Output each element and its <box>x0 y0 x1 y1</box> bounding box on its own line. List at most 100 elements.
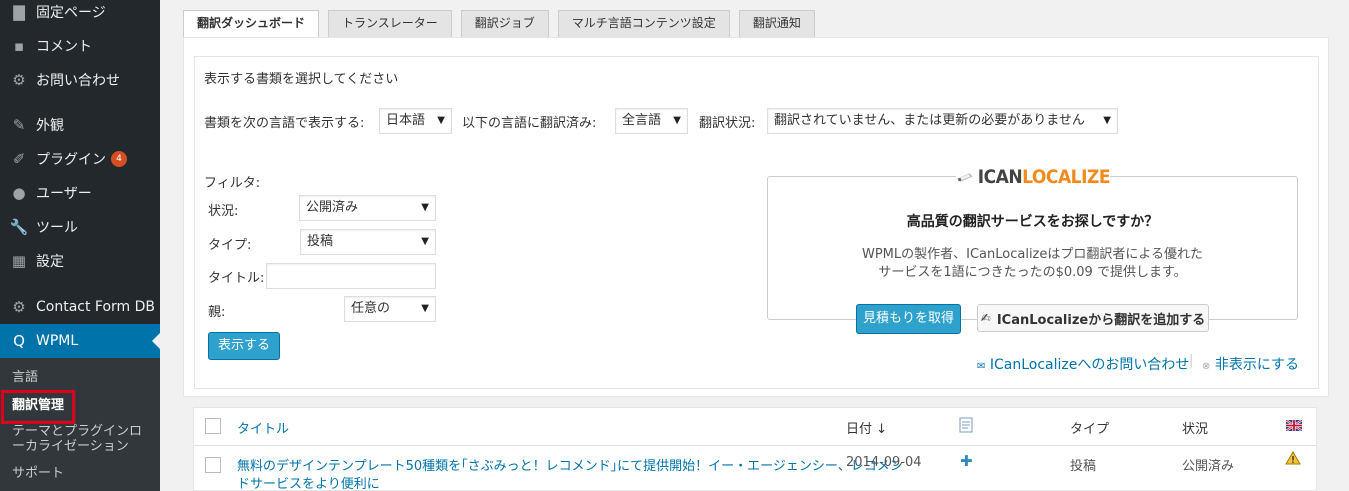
parent-select[interactable]: 任意の ▼ <box>344 296 436 322</box>
lang-select[interactable]: 日本語 ▼ <box>379 108 452 134</box>
close-circle-icon: ⊗ <box>1202 361 1211 372</box>
header-divider <box>194 445 1316 446</box>
filter-box: 表示する書類を選択してください 書類を次の言語で表示する: 日本語 ▼ 以下の言語… <box>194 56 1319 389</box>
hide-link[interactable]: ⊗ 非表示にする <box>1202 354 1299 374</box>
menu-item-wpml[interactable]: Q WPML <box>0 324 160 358</box>
warning-icon <box>1285 451 1301 469</box>
add-translation-button[interactable]: ✍ ICanLocalizeから翻訳を追加する <box>977 304 1209 332</box>
promo-line-1: WPMLの製作者、ICanLocalizeはプロ翻訳者による優れた <box>861 247 1203 262</box>
dropdown-arrow-icon: ▼ <box>421 236 429 247</box>
settings-icon: ▦ <box>11 252 27 270</box>
lang-select-value: 日本語 <box>386 113 426 128</box>
title-input[interactable] <box>266 263 436 289</box>
state-label: 状況: <box>208 204 239 219</box>
parent-label: 親: <box>208 305 226 320</box>
promo-line-2: サービスを1語につきたったの$0.09 で提供します。 <box>878 265 1187 280</box>
menu-label: 外観 <box>36 118 64 134</box>
row-title-link[interactable]: 無料のデザインテンプレート50種類を｢さぶみっと！レコメンド｣にて提供開始！イー… <box>237 455 903 474</box>
wpml-submenu: 言語 翻訳管理 テーマとプラグインローカライゼーション サポート <box>0 358 160 491</box>
tab-translation-dashboard[interactable]: 翻訳ダッシュボード <box>183 10 320 38</box>
menu-item-tools[interactable]: 🔧 ツール <box>0 210 160 244</box>
status-select[interactable]: 翻訳されていません、または更新の必要がありません ▼ <box>767 108 1118 134</box>
filter-heading: 表示する書類を選択してください <box>204 72 399 87</box>
hide-link-text: 非表示にする <box>1214 357 1299 373</box>
menu-item-appearance[interactable]: ✎ 外観 <box>0 108 160 142</box>
filter-label: フィルタ: <box>204 176 261 191</box>
translated-label: 以下の言語に翻訳済み: <box>462 116 597 131</box>
tab-translation-notifications[interactable]: 翻訳通知 <box>738 10 815 37</box>
user-icon: ● <box>12 184 26 202</box>
menu-label: お問い合わせ <box>36 73 120 89</box>
menu-item-pages[interactable]: ▇ 固定ページ <box>0 0 160 29</box>
add-translation-plus-icon[interactable]: ✚ <box>960 452 973 470</box>
admin-sidebar: ▇ 固定ページ ▪ コメント ⚙ お問い合わせ ✎ 外観 ✐ プラグイン 4 ●… <box>0 0 160 491</box>
add-translation-label: ICanLocalizeから翻訳を追加する <box>996 312 1206 328</box>
documents-table: タイトル 日付 ↓ タイプ 状況 無料のデザインテンプレート50種類を｢さぶみっ… <box>193 407 1317 491</box>
tab-translation-jobs[interactable]: 翻訳ジョブ <box>460 10 549 37</box>
type-label: タイプ: <box>208 238 252 253</box>
wpml-icon: Q <box>13 332 25 350</box>
translated-select[interactable]: 全言語 ▼ <box>615 108 688 134</box>
show-button[interactable]: 表示する <box>208 332 280 360</box>
menu-label: コメント <box>36 39 92 55</box>
tab-multilingual-content-setup[interactable]: マルチ言語コンテンツ設定 <box>557 10 730 37</box>
menu-label: WPML <box>36 333 79 349</box>
menu-item-contact[interactable]: ⚙ お問い合わせ <box>0 63 160 97</box>
menu-label: 設定 <box>36 254 64 270</box>
date-column-label: 日付 <box>846 422 873 437</box>
row-checkbox[interactable] <box>205 457 221 473</box>
row-type: 投稿 <box>1070 459 1097 474</box>
select-all-checkbox[interactable] <box>205 418 221 434</box>
menu-item-settings[interactable]: ▦ 設定 <box>0 244 160 278</box>
translated-select-value: 全言語 <box>622 113 662 128</box>
dropdown-arrow-icon: ▼ <box>421 202 429 213</box>
gear-icon: ⚙ <box>12 298 26 316</box>
plugin-icon: ✐ <box>12 150 26 168</box>
wrench-icon: 🔧 <box>9 218 29 236</box>
state-select[interactable]: 公開済み ▼ <box>299 195 436 221</box>
status-select-value: 翻訳されていません、または更新の必要がありません <box>774 113 1085 128</box>
menu-label: プラグイン <box>36 152 106 168</box>
row-status: 公開済み <box>1182 459 1235 474</box>
gear-icon: ⚙ <box>12 71 26 89</box>
row-title-link-cont[interactable]: ドサービスをより便利に <box>237 473 380 491</box>
submenu-support[interactable]: サポート <box>12 466 152 481</box>
logo-text: ICANLOCALIZE <box>977 166 1111 188</box>
menu-item-contact-form-db[interactable]: ⚙ Contact Form DB <box>0 290 160 324</box>
contact-link[interactable]: ✉ ICanLocalizeへのお問い合わせ <box>977 354 1189 374</box>
mail-icon: ✉ <box>977 361 986 372</box>
parent-select-value: 任意の <box>351 301 391 316</box>
dropdown-arrow-icon: ▼ <box>673 115 681 126</box>
comment-icon: ▪ <box>13 37 25 55</box>
row-date: 2014-09-04 <box>846 455 922 470</box>
type-column-header: タイプ <box>1070 422 1110 437</box>
menu-label: ユーザー <box>36 186 92 202</box>
state-select-value: 公開済み <box>306 200 359 215</box>
status-label: 翻訳状況: <box>699 116 756 131</box>
submenu-theme-plugin-localization[interactable]: テーマとプラグインローカライゼーション <box>12 424 152 454</box>
main-content: 翻訳ダッシュボード トランスレーター 翻訳ジョブ マルチ言語コンテンツ設定 翻訳… <box>160 0 1349 491</box>
menu-item-users[interactable]: ● ユーザー <box>0 176 160 210</box>
link-separator: | <box>1189 353 1194 368</box>
contact-link-text: ICanLocalizeへのお問い合わせ <box>989 357 1190 373</box>
logo-icon <box>957 173 973 182</box>
menu-item-plugins[interactable]: ✐ プラグイン 4 <box>0 142 160 176</box>
plugin-update-badge: 4 <box>111 151 127 167</box>
status-column-header: 状況 <box>1182 422 1209 437</box>
title-column-header[interactable]: タイトル <box>237 418 289 437</box>
tab-translators[interactable]: トランスレーター <box>328 10 452 37</box>
menu-item-comments[interactable]: ▪ コメント <box>0 29 160 63</box>
menu-label: 固定ページ <box>36 5 106 21</box>
dropdown-arrow-icon: ▼ <box>437 115 445 126</box>
dropdown-arrow-icon: ▼ <box>421 303 429 314</box>
submenu-languages[interactable]: 言語 <box>12 370 152 385</box>
brush-icon: ✎ <box>12 116 26 134</box>
page-icon: ▇ <box>13 3 25 21</box>
sort-arrow-icon: ↓ <box>876 422 888 437</box>
get-quote-button[interactable]: 見積もりを取得 <box>856 304 961 334</box>
date-column-header[interactable]: 日付 ↓ <box>846 418 887 437</box>
highlight-box <box>1 390 75 424</box>
dropdown-arrow-icon: ▼ <box>1103 115 1111 126</box>
type-select[interactable]: 投稿 ▼ <box>300 229 436 255</box>
lang-label: 書類を次の言語で表示する: <box>204 116 365 131</box>
